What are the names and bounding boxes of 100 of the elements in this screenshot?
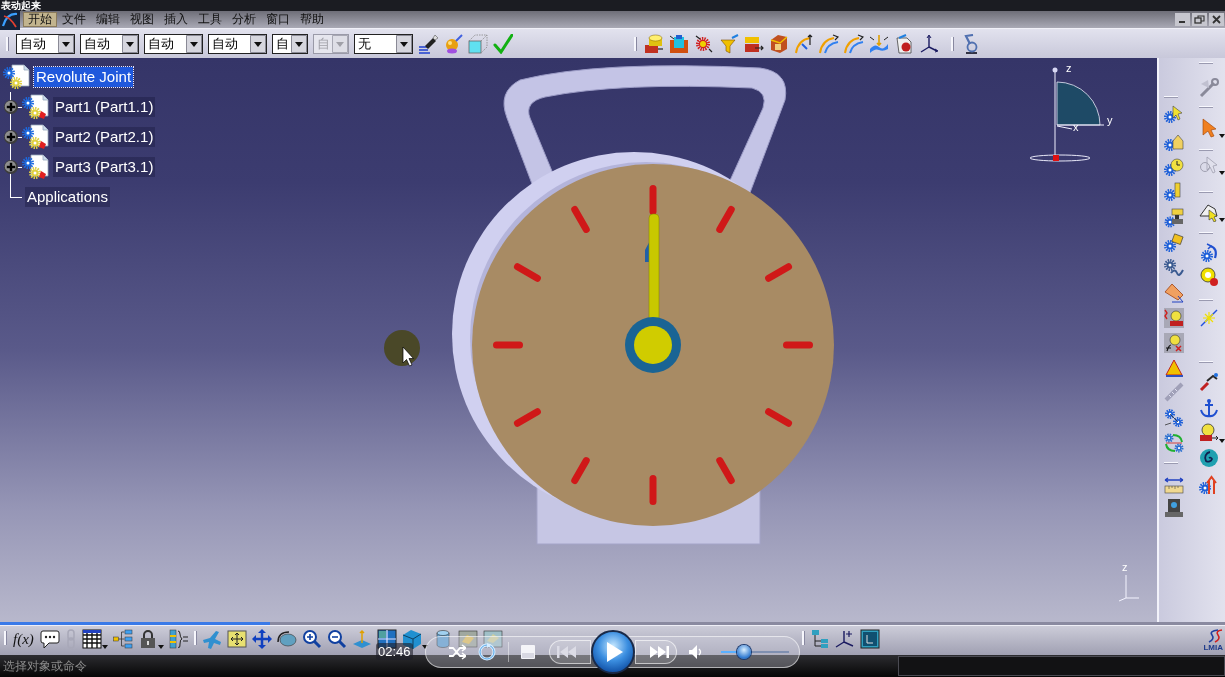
- tree-item[interactable]: Applications: [25, 187, 110, 207]
- gear-press-icon[interactable]: [1164, 208, 1184, 228]
- curve-arrow-icon[interactable]: [819, 33, 839, 54]
- tag-part-icon[interactable]: [894, 33, 914, 54]
- fit-all-icon[interactable]: [226, 629, 247, 649]
- dropdown[interactable]: 自动: [80, 33, 139, 54]
- zoom-in-icon[interactable]: [301, 629, 322, 649]
- formula-part-icon[interactable]: [1164, 333, 1184, 353]
- part-icon[interactable]: [22, 154, 50, 180]
- triangle-part-icon[interactable]: [1164, 358, 1184, 378]
- dropdown[interactable]: 自: [272, 33, 308, 54]
- menu-item[interactable]: 工具: [193, 12, 227, 27]
- gear-parts-icon[interactable]: [694, 33, 714, 54]
- surface-arrow-icon[interactable]: [869, 33, 889, 54]
- caret-icon[interactable]: [122, 34, 138, 53]
- expand-icon[interactable]: [4, 100, 18, 114]
- cube-icon[interactable]: [769, 33, 789, 54]
- menu-item[interactable]: 插入: [159, 12, 193, 27]
- rotate-icon[interactable]: [276, 629, 297, 649]
- zoom-out-icon[interactable]: [326, 629, 347, 649]
- hide-show-icon[interactable]: [457, 629, 478, 649]
- dropdown[interactable]: 无: [354, 33, 413, 54]
- command-field[interactable]: [898, 656, 1225, 676]
- gear-clock-icon[interactable]: [1164, 157, 1184, 177]
- formula-button[interactable]: f(x): [12, 629, 35, 649]
- spiral-icon[interactable]: [1199, 448, 1219, 468]
- hierarchy-icon[interactable]: [112, 629, 133, 649]
- table-icon[interactable]: [81, 629, 102, 649]
- menu-item[interactable]: 分析: [227, 12, 261, 27]
- check-icon[interactable]: [493, 33, 513, 54]
- speech-bubble-icon[interactable]: [39, 629, 60, 649]
- caret-icon[interactable]: [1219, 218, 1225, 222]
- caret-icon[interactable]: [186, 34, 202, 53]
- assembly-icon[interactable]: [3, 64, 31, 90]
- minimize-icon[interactable]: [1175, 13, 1190, 26]
- gear-arrow-icon[interactable]: [1199, 475, 1219, 495]
- gear-part-icon[interactable]: [1164, 233, 1184, 253]
- wrench-icon[interactable]: [1199, 78, 1219, 98]
- cylinder-block-icon[interactable]: [644, 33, 664, 54]
- tree-item[interactable]: Part2 (Part2.1): [53, 127, 156, 147]
- app-logo-icon[interactable]: [0, 9, 20, 30]
- previous-button[interactable]: [549, 640, 591, 664]
- restore-icon[interactable]: [1192, 13, 1207, 26]
- menu-item[interactable]: 窗口: [261, 12, 295, 27]
- device-icon[interactable]: [1164, 498, 1184, 518]
- slider-thumb[interactable]: [737, 645, 752, 659]
- expand-icon[interactable]: [4, 130, 18, 144]
- dropdown[interactable]: 自动: [208, 33, 267, 54]
- next-button[interactable]: [635, 640, 677, 664]
- gear-rotate-icon[interactable]: [1199, 243, 1219, 263]
- frame-block-icon[interactable]: [669, 33, 689, 54]
- compass-drawing[interactable]: [1029, 67, 1105, 162]
- parameter-list-icon[interactable]: [168, 629, 189, 649]
- caret-icon[interactable]: [250, 34, 266, 53]
- window-icon[interactable]: [859, 629, 880, 649]
- funnel-icon[interactable]: [719, 33, 739, 54]
- tree-item[interactable]: Revolute Joint: [34, 67, 134, 87]
- tree-item[interactable]: Part1 (Part1.1): [53, 97, 156, 117]
- pan-icon[interactable]: [251, 629, 272, 649]
- dropdown[interactable]: 自动: [144, 33, 203, 54]
- multi-view-icon[interactable]: [376, 629, 397, 649]
- measure-icon[interactable]: [1164, 475, 1184, 495]
- menu-item[interactable]: 开始: [23, 12, 57, 27]
- gear-network-icon[interactable]: [1164, 408, 1184, 428]
- shuffle-icon[interactable]: [448, 643, 466, 661]
- caret-icon[interactable]: [157, 645, 164, 649]
- swap-view-icon[interactable]: [482, 629, 503, 649]
- gear-cycle-icon[interactable]: [1164, 433, 1184, 453]
- tree-item[interactable]: Part3 (Part3.1): [53, 157, 156, 177]
- anchor-icon[interactable]: [1199, 398, 1219, 418]
- menu-item[interactable]: 编辑: [91, 12, 125, 27]
- caret-icon[interactable]: [1219, 439, 1225, 443]
- caret-icon[interactable]: [1219, 171, 1225, 175]
- speaker-icon[interactable]: [689, 645, 703, 659]
- menu-item[interactable]: 文件: [57, 12, 91, 27]
- caret-icon[interactable]: [58, 34, 74, 53]
- axis-icon[interactable]: [919, 33, 939, 54]
- part-arrow-icon[interactable]: [1199, 423, 1219, 443]
- part-icon[interactable]: [22, 94, 50, 120]
- menu-item[interactable]: 帮助: [295, 12, 329, 27]
- link-icon[interactable]: [1199, 372, 1219, 392]
- brush-icon[interactable]: [418, 33, 438, 54]
- gear-cursor-icon[interactable]: [1164, 105, 1184, 125]
- caret-icon[interactable]: [1219, 134, 1225, 138]
- gear-house-icon[interactable]: [1164, 132, 1184, 152]
- repeat-icon[interactable]: [478, 643, 496, 661]
- sphere-icon[interactable]: [443, 33, 463, 54]
- part-icon[interactable]: [22, 124, 50, 150]
- gear-pin-icon[interactable]: [1164, 182, 1184, 202]
- curve-arrow-icon[interactable]: [844, 33, 864, 54]
- dropdown[interactable]: 自动: [16, 33, 75, 54]
- curve-arrow-icon[interactable]: [794, 33, 814, 54]
- menu-item[interactable]: 视图: [125, 12, 159, 27]
- law-part-icon[interactable]: [1164, 308, 1184, 328]
- gear-spring-icon[interactable]: [1164, 258, 1184, 278]
- part-ring-icon[interactable]: [1199, 267, 1219, 287]
- sensor-part-icon[interactable]: [1164, 283, 1184, 303]
- expand-icon[interactable]: [4, 160, 18, 174]
- close-icon[interactable]: [1209, 13, 1224, 26]
- cube-icon[interactable]: [401, 629, 422, 649]
